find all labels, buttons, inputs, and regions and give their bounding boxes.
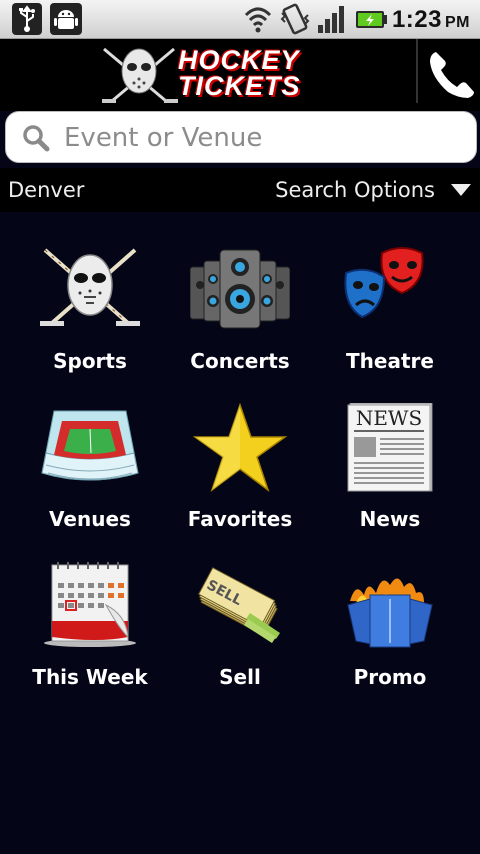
tickets-icon: SELL — [198, 567, 280, 643]
tile-label: This Week — [32, 665, 148, 689]
vibrate-icon — [280, 3, 310, 35]
city-selector[interactable]: Denver — [8, 178, 84, 202]
tile-sell[interactable]: SELL Sell — [165, 561, 315, 711]
header-divider — [416, 39, 418, 103]
tile-label: Venues — [49, 507, 131, 531]
tile-label: Promo — [353, 665, 427, 689]
location-bar: Denver Search Options — [0, 168, 480, 212]
tile-label: Theatre — [346, 349, 434, 373]
logo-line1: HOCKEY — [178, 45, 300, 75]
search-options-label: Search Options — [275, 178, 435, 202]
search-options-button[interactable]: Search Options — [275, 178, 471, 202]
tile-theatre[interactable]: Theatre — [315, 245, 465, 395]
clock-time: 1:23 — [391, 6, 442, 33]
tile-label: Concerts — [190, 349, 290, 373]
tile-label: News — [359, 507, 421, 531]
clock-ampm: PM — [445, 14, 470, 31]
search-box[interactable] — [5, 111, 477, 163]
calendar-icon — [44, 562, 136, 647]
call-button[interactable] — [420, 39, 480, 111]
app-header: HOCKEY TICKETS — [0, 39, 480, 111]
speakers-icon — [190, 249, 290, 329]
search-icon — [23, 125, 50, 152]
tile-news[interactable]: NEWS News — [315, 403, 465, 553]
promo-tickets-icon — [347, 578, 433, 648]
phone-icon — [430, 52, 474, 98]
tile-favorites[interactable]: Favorites — [165, 403, 315, 553]
dropdown-triangle-icon — [451, 184, 471, 196]
android-debug-icon — [50, 3, 82, 35]
usb-icon — [12, 3, 42, 35]
hockey-mask-icon — [40, 248, 140, 326]
newspaper-icon: NEWS — [347, 403, 433, 492]
logo-line2: TICKETS — [178, 71, 301, 101]
tile-concerts[interactable]: Concerts — [165, 245, 315, 395]
star-icon — [192, 403, 288, 493]
theatre-masks-icon — [344, 247, 424, 319]
app-logo[interactable]: HOCKEY TICKETS — [100, 43, 310, 107]
tile-promo[interactable]: Promo — [315, 561, 465, 711]
logo-text: HOCKEY TICKETS — [178, 45, 301, 101]
battery-charging-icon — [356, 11, 387, 28]
tile-venues[interactable]: Venues — [15, 403, 165, 553]
wifi-icon — [244, 7, 272, 33]
clock: 1:23 PM — [392, 6, 470, 34]
search-input[interactable] — [62, 118, 466, 158]
svg-text:NEWS: NEWS — [356, 406, 422, 430]
tile-label: Sports — [53, 349, 127, 373]
tile-label: Sell — [219, 665, 261, 689]
tile-this-week[interactable]: This Week — [15, 561, 165, 711]
signal-icon — [318, 6, 344, 33]
hockey-mask-logo-icon — [102, 47, 178, 103]
stadium-icon — [41, 410, 139, 481]
tile-sports[interactable]: Sports — [15, 245, 165, 395]
status-bar: 1:23 PM — [0, 0, 480, 39]
tile-label: Favorites — [187, 507, 293, 531]
